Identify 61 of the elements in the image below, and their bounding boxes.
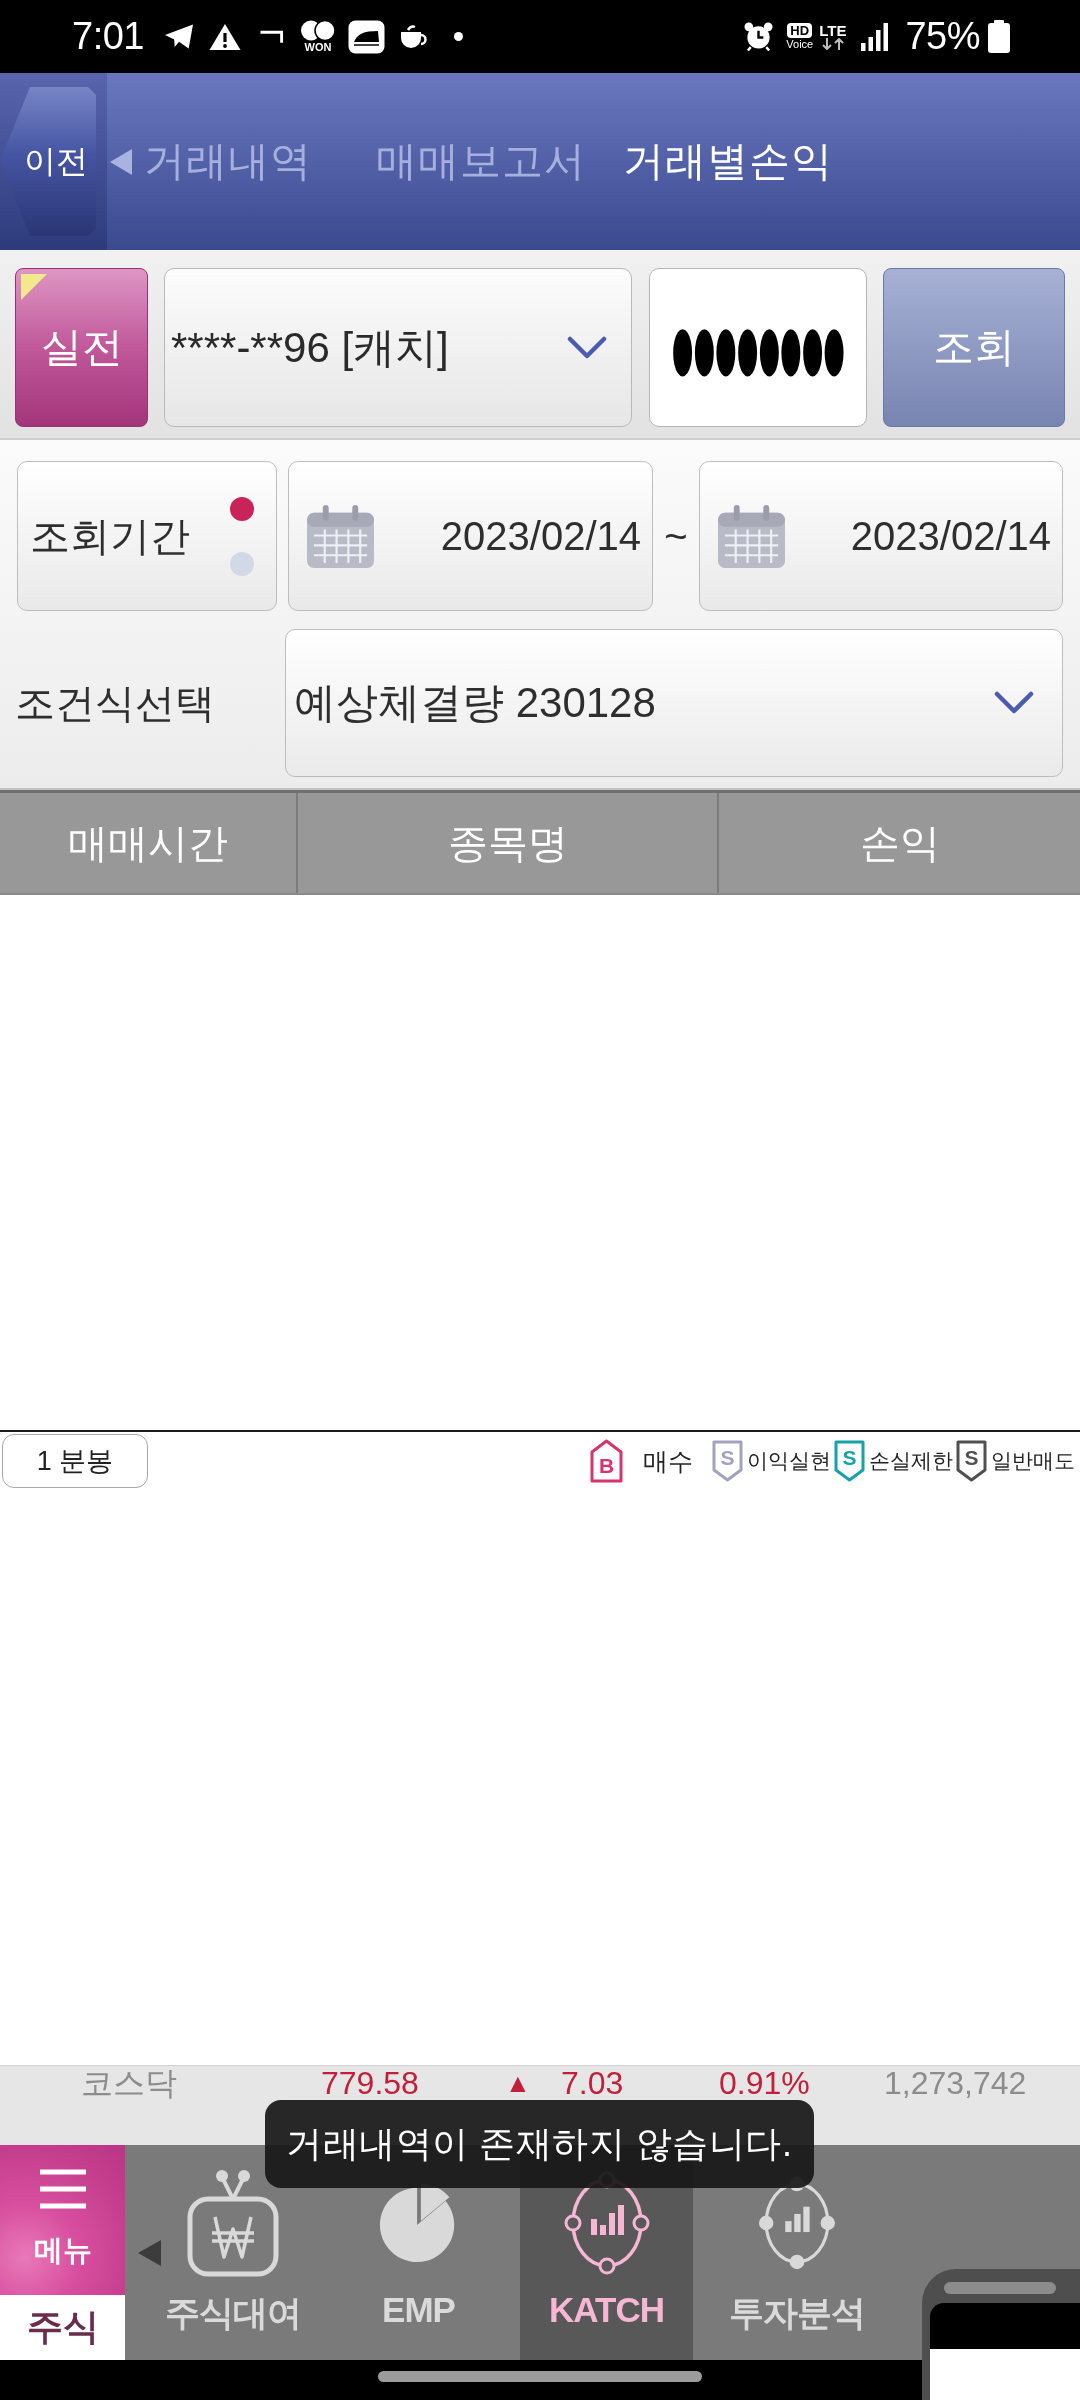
hd-label: HD [787, 23, 813, 38]
voice-label: Voice [786, 38, 814, 50]
left-triangle-icon [110, 148, 132, 175]
date-range-separator: ~ [663, 513, 689, 559]
network-type-label: LTE [819, 23, 847, 38]
end-date-field[interactable]: 2023/02/14 [699, 461, 1063, 611]
column-header: 종목명 [298, 793, 719, 893]
sell-marker: S [956, 1440, 987, 1482]
floating-window-drawing[interactable] [922, 2269, 1080, 2400]
trading-volume: 1,273,742 [884, 2067, 1028, 2099]
change-percent: 0.91% [719, 2067, 811, 2099]
battery-icon [988, 20, 1010, 53]
alarm-clock-icon [744, 22, 774, 51]
legend-label: 이익실현 [747, 1448, 831, 1474]
menu-icon [39, 2169, 86, 2209]
message-toast: 거래내역이 존재하지 않습니다. [265, 2100, 814, 2188]
legend-label: 일반매도 [991, 1448, 1075, 1474]
left-triangle-icon [138, 2239, 161, 2266]
signal-icon [861, 22, 889, 51]
legend-label: 손실제한 [869, 1448, 953, 1474]
tv-won-icon[interactable] [187, 2168, 279, 2277]
bracket-icon [258, 29, 284, 44]
menu-button[interactable]: 메뉴 [0, 2145, 125, 2295]
chevron-down-icon [567, 335, 607, 360]
period-radio-button[interactable] [230, 551, 254, 576]
cup-icon [399, 23, 430, 50]
warning-icon [208, 22, 241, 51]
back-button[interactable]: 이전 [0, 87, 96, 236]
buy-marker: B [590, 1439, 623, 1483]
market-index-name: 코스닥 [81, 2067, 178, 2099]
sell-marker: S [712, 1440, 743, 1482]
train-icon [347, 19, 385, 54]
section-tab[interactable]: 주식 [0, 2295, 125, 2360]
mode-button[interactable]: 실전 [15, 268, 148, 427]
paper-plane-icon [163, 23, 195, 50]
calendar-icon [717, 503, 786, 569]
header-tab[interactable]: 거래별손익 [623, 134, 833, 189]
change-arrow: ▲ [505, 2067, 532, 2099]
clock-time: 7:01 [72, 15, 144, 58]
interval-button[interactable]: 1 분봉 [2, 1434, 148, 1488]
won-label: WON [304, 42, 332, 53]
password-field[interactable]: ●●●●●●●● [649, 268, 867, 427]
chevron-down-icon [994, 691, 1034, 715]
data-arrows-icon [820, 38, 845, 50]
battery-percent: 75% [905, 15, 980, 58]
dot-icon [453, 32, 463, 41]
column-header: 매매시간 [0, 793, 298, 893]
column-header: 손익 [858, 819, 941, 867]
condition-label: 조건식선택 [15, 679, 216, 727]
start-date-field[interactable]: 2023/02/14 [288, 461, 653, 611]
calendar-icon [306, 503, 375, 569]
index-value: 779.58 [321, 2067, 420, 2099]
sell-marker: S [834, 1440, 865, 1482]
period-radio-button[interactable] [230, 496, 254, 521]
period-label: 조회기간 [30, 512, 190, 560]
overlapping-circles-icon [299, 20, 336, 41]
change-value: 7.03 [561, 2067, 625, 2099]
corner-triangle-icon [21, 274, 47, 300]
account-dropdown[interactable]: ****-**96 [캐치] [164, 268, 632, 427]
condition-dropdown[interactable]: 예상체결량 230128 [285, 629, 1063, 777]
legend-label: 매수 [643, 1445, 693, 1477]
